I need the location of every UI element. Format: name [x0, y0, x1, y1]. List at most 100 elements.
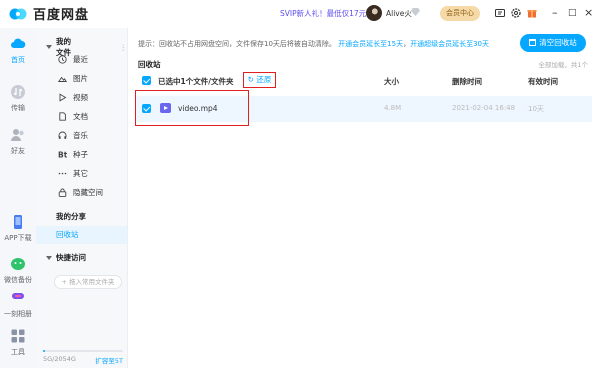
expand-storage-link[interactable]: 扩容至5T: [95, 355, 123, 365]
caret-down-icon: [46, 255, 52, 260]
rail-item-tools[interactable]: 工具: [0, 328, 36, 357]
headphones-icon: [58, 131, 67, 139]
rail-item-friends[interactable]: 好友: [0, 127, 36, 156]
column-header-valid-time[interactable]: 有效时间: [528, 76, 558, 87]
nav-item-videos[interactable]: 视频: [58, 90, 128, 104]
more-dots-icon[interactable]: ⋮: [120, 43, 128, 52]
transfer-icon: [11, 85, 25, 99]
nav-item-hidden-space[interactable]: 隐藏空间: [58, 185, 128, 199]
nav-item-torrents[interactable]: Bt 种子: [58, 147, 128, 161]
friends-icon: [11, 129, 24, 141]
user-name[interactable]: Alive火: [386, 8, 412, 19]
image-icon: [58, 76, 67, 82]
recycle-notice: 提示：回收站不占用网盘空间，文件保存10天后将被自动清除。 开通会员延长至15天…: [138, 39, 489, 49]
page-title: 回收站: [138, 60, 161, 69]
ellipsis-icon: [58, 172, 67, 174]
nav-section-quick-access[interactable]: 快捷访问: [46, 252, 86, 263]
clear-button-label: 清空回收站: [539, 38, 577, 47]
rail-item-album[interactable]: 一刻相册: [0, 290, 36, 319]
nav-item-label: 视频: [73, 92, 88, 102]
storage-usage: 5G/2054G 扩容至5T: [43, 350, 123, 365]
table-header: 已选中1个文件/文件夹 ↻ 还原 大小 删除时间 有效时间: [136, 72, 592, 89]
caret-down-icon: [46, 45, 52, 49]
close-button[interactable]: ×: [584, 6, 593, 20]
mail-icon[interactable]: [494, 7, 506, 19]
add-common-folder-button[interactable]: + 拖入常用文件夹: [54, 275, 122, 289]
minimize-button[interactable]: –: [552, 6, 558, 20]
rail-item-app-download[interactable]: APP下载: [0, 214, 36, 243]
selection-highlight-box: [135, 90, 249, 126]
nav-item-label: 种子: [73, 149, 88, 159]
nav-item-documents[interactable]: 文档: [58, 109, 128, 123]
clear-recycle-bin-button[interactable]: 清空回收站: [520, 34, 586, 52]
storage-used-text: 5G/2054G: [43, 355, 76, 363]
nav-panel: 我的文件 ⋮ 最近 图片 视频 文档 音乐 Bt 种子 其它 隐藏空间 我的分享…: [36, 28, 128, 368]
loaded-count: 全部加载，共1个: [538, 61, 588, 69]
nav-section-label: 快捷访问: [56, 253, 86, 262]
nav-item-label: 其它: [73, 168, 88, 178]
app-logo[interactable]: 百度网盘: [8, 4, 89, 23]
rail-label-app-download: APP下载: [4, 234, 32, 242]
rail-label-transfer: 传输: [11, 104, 25, 112]
settings-gear-icon[interactable]: [510, 7, 522, 19]
left-rail: 首页 传输 好友 APP下载 微信备份 一刻相册 工具: [0, 28, 36, 368]
notice-text: 提示：回收站不占用网盘空间，文件保存10天后将被自动清除。: [138, 40, 336, 48]
nav-item-music[interactable]: 音乐: [58, 128, 128, 142]
gift-icon[interactable]: [526, 7, 538, 19]
storage-bar: [43, 350, 123, 352]
restore-icon: ↻: [247, 75, 254, 84]
nav-item-label: 最近: [73, 54, 88, 64]
title-bar: 百度网盘 SVIP新人礼！最低仅17元 Alive火 会员中心 – □ ×: [0, 0, 600, 28]
rail-label-friends: 好友: [11, 147, 25, 155]
restore-label: 还原: [256, 75, 272, 84]
select-all-checkbox[interactable]: [142, 76, 151, 85]
storage-bar-fill: [43, 350, 45, 352]
lock-icon: [58, 188, 67, 197]
nav-item-images[interactable]: 图片: [58, 71, 128, 85]
album-icon: [12, 293, 24, 299]
nav-item-label: 隐藏空间: [73, 187, 103, 197]
selected-count-text: 已选中1个文件/文件夹: [158, 77, 234, 86]
notice-link-super-member[interactable]: 开通超级会员延长至30天: [410, 40, 489, 48]
torrent-icon: Bt: [58, 150, 67, 159]
video-play-icon: [59, 92, 67, 102]
rail-item-wechat-backup[interactable]: 微信备份: [0, 256, 36, 285]
nav-item-my-share[interactable]: 我的分享: [56, 209, 126, 223]
app-title: 百度网盘: [33, 8, 90, 23]
rail-label-tools: 工具: [11, 348, 25, 356]
nav-item-label: 音乐: [73, 130, 88, 140]
rail-item-home[interactable]: 首页: [0, 36, 36, 65]
notice-link-member[interactable]: 开通会员延长至15天: [338, 40, 403, 48]
member-center-button[interactable]: 会员中心: [440, 6, 480, 21]
maximize-button[interactable]: □: [568, 6, 577, 20]
nav-item-recycle-bin[interactable]: 回收站: [36, 226, 127, 244]
rail-label-wechat-backup: 微信备份: [4, 276, 32, 284]
file-size: 4.8M: [384, 104, 402, 112]
svip-promo-link[interactable]: SVIP新人礼！最低仅17元: [280, 8, 366, 19]
nav-item-label: 文档: [73, 111, 88, 121]
rail-item-transfer[interactable]: 传输: [0, 84, 36, 113]
tools-icon: [11, 329, 25, 343]
baidu-cloud-logo-icon: [9, 8, 27, 19]
nav-item-label: 图片: [73, 73, 88, 83]
wechat-icon: [11, 258, 25, 270]
clock-icon: [58, 54, 67, 64]
file-deleted-time: 2021-02-04 16:48: [452, 104, 516, 112]
rail-label-album: 一刻相册: [4, 310, 32, 318]
restore-button[interactable]: ↻ 还原: [243, 72, 276, 88]
column-header-deleted-time[interactable]: 删除时间: [452, 76, 482, 87]
svg-text:Bt: Bt: [58, 150, 67, 159]
app-window: 百度网盘 SVIP新人礼！最低仅17元 Alive火 会员中心 – □ × 首页…: [0, 0, 600, 368]
trash-icon: [529, 39, 537, 46]
phone-icon: [14, 215, 22, 229]
avatar[interactable]: [366, 5, 382, 21]
document-icon: [59, 111, 66, 121]
file-valid-time: 10天: [528, 105, 544, 113]
vip-gem-icon[interactable]: [411, 8, 420, 16]
column-header-size[interactable]: 大小: [384, 76, 399, 87]
rail-label-home: 首页: [11, 56, 25, 64]
nav-item-other[interactable]: 其它: [58, 166, 128, 180]
main-content: 提示：回收站不占用网盘空间，文件保存10天后将被自动清除。 开通会员延长至15天…: [128, 28, 600, 368]
nav-item-recent[interactable]: 最近: [58, 52, 128, 66]
cloud-icon: [11, 38, 26, 48]
